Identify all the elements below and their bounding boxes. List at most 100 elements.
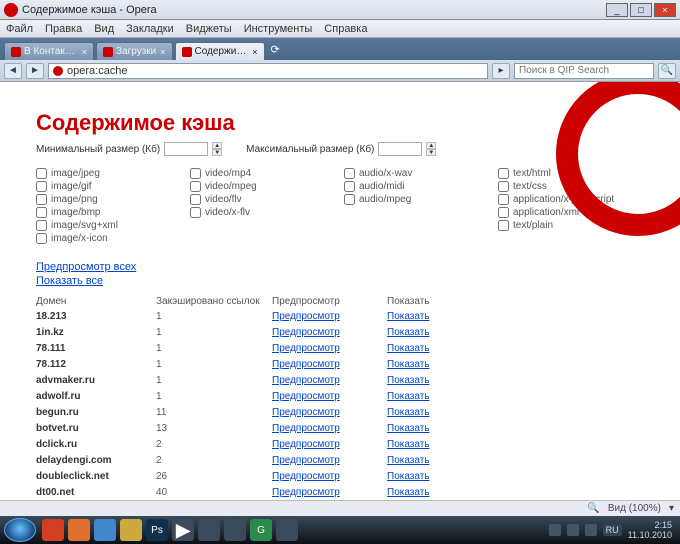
zoom-icon[interactable]: 🔍 <box>587 503 599 514</box>
menu-help[interactable]: Справка <box>324 23 367 35</box>
show-link[interactable]: Показать <box>387 390 644 404</box>
tray-icon[interactable] <box>567 524 579 536</box>
tray-icon[interactable] <box>549 524 561 536</box>
tab-vk[interactable]: В Контакте | Аудио× <box>4 42 94 60</box>
min-size-input[interactable] <box>164 142 208 156</box>
preview-all-link[interactable]: Предпросмотр всех <box>36 260 644 274</box>
tab-close-icon[interactable]: × <box>160 47 165 57</box>
mime-checkbox[interactable] <box>344 194 355 205</box>
mime-checkbox[interactable] <box>36 207 47 218</box>
min-spinner[interactable]: ▲▼ <box>212 142 222 156</box>
show-link[interactable]: Показать <box>387 406 644 420</box>
zoom-label[interactable]: Вид (100%) <box>608 503 661 514</box>
taskbar-app-icon[interactable] <box>276 519 298 541</box>
search-input[interactable] <box>519 65 649 76</box>
mime-checkbox[interactable] <box>498 168 509 179</box>
show-link[interactable]: Показать <box>387 486 644 500</box>
preview-link[interactable]: Предпросмотр <box>272 486 387 500</box>
table-row: adwolf.ru1ПредпросмотрПоказать <box>36 389 644 405</box>
preview-link[interactable]: Предпросмотр <box>272 406 387 420</box>
taskbar-player-icon[interactable]: ▶ <box>172 519 194 541</box>
mime-checkbox[interactable] <box>36 233 47 244</box>
mime-checkbox[interactable] <box>36 194 47 205</box>
mime-checkbox[interactable] <box>36 220 47 231</box>
preview-link[interactable]: Предпросмотр <box>272 454 387 468</box>
show-link[interactable]: Показать <box>387 326 644 340</box>
taskbar-photoshop-icon[interactable]: Ps <box>146 519 168 541</box>
mime-checkbox[interactable] <box>498 220 509 231</box>
preview-link[interactable]: Предпросмотр <box>272 374 387 388</box>
show-link[interactable]: Показать <box>387 310 644 324</box>
preview-link[interactable]: Предпросмотр <box>272 470 387 484</box>
show-link[interactable]: Показать <box>387 454 644 468</box>
mime-checkbox[interactable] <box>344 181 355 192</box>
mime-checkbox[interactable] <box>190 194 201 205</box>
preview-link[interactable]: Предпросмотр <box>272 422 387 436</box>
mime-checkbox[interactable] <box>36 168 47 179</box>
tab-close-icon[interactable]: × <box>252 47 257 57</box>
tab-cache[interactable]: Содержимое кэша× <box>175 42 265 60</box>
menu-file[interactable]: Файл <box>6 23 33 35</box>
close-button[interactable]: × <box>654 3 676 17</box>
tab-close-icon[interactable]: × <box>82 47 87 57</box>
max-size-input[interactable] <box>378 142 422 156</box>
menu-view[interactable]: Вид <box>94 23 114 35</box>
go-button[interactable]: ▸ <box>492 63 510 79</box>
cell-count: 1 <box>156 342 272 356</box>
cell-count: 13 <box>156 422 272 436</box>
show-link[interactable]: Показать <box>387 422 644 436</box>
taskbar-app-icon[interactable]: G <box>250 519 272 541</box>
back-button[interactable]: ◄ <box>4 63 22 79</box>
mime-checkbox[interactable] <box>36 181 47 192</box>
search-button[interactable]: 🔍 <box>658 63 676 79</box>
mime-option: video/mp4 <box>190 168 336 179</box>
show-link[interactable]: Показать <box>387 342 644 356</box>
forward-button[interactable]: ► <box>26 63 44 79</box>
minimize-button[interactable]: _ <box>606 3 628 17</box>
menu-bookmarks[interactable]: Закладки <box>126 23 174 35</box>
mime-checkbox[interactable] <box>190 168 201 179</box>
taskbar-app-icon[interactable] <box>224 519 246 541</box>
mime-label: audio/midi <box>359 181 405 192</box>
mime-label: audio/mpeg <box>359 194 411 205</box>
mime-checkbox[interactable] <box>498 181 509 192</box>
mime-checkbox[interactable] <box>498 207 509 218</box>
clock[interactable]: 2:15 11.10.2010 <box>628 520 672 540</box>
language-indicator[interactable]: RU <box>603 524 622 536</box>
preview-link[interactable]: Предпросмотр <box>272 342 387 356</box>
taskbar-app-icon[interactable] <box>198 519 220 541</box>
address-input[interactable]: opera:cache <box>48 63 488 79</box>
search-box[interactable] <box>514 63 654 79</box>
preview-link[interactable]: Предпросмотр <box>272 390 387 404</box>
taskbar-firefox-icon[interactable] <box>68 519 90 541</box>
zoom-down-icon[interactable]: ▾ <box>669 503 674 514</box>
mime-label: image/svg+xml <box>51 220 118 231</box>
max-spinner[interactable]: ▲▼ <box>426 142 436 156</box>
tab-downloads[interactable]: Загрузки× <box>96 42 173 60</box>
mime-checkbox[interactable] <box>498 194 509 205</box>
preview-link[interactable]: Предпросмотр <box>272 326 387 340</box>
taskbar-word-icon[interactable] <box>94 519 116 541</box>
mime-checkbox[interactable] <box>190 181 201 192</box>
taskbar-opera-icon[interactable] <box>42 519 64 541</box>
preview-link[interactable]: Предпросмотр <box>272 438 387 452</box>
show-link[interactable]: Показать <box>387 358 644 372</box>
tray-icon[interactable] <box>585 524 597 536</box>
reload-icon[interactable]: ⟳ <box>271 43 280 56</box>
menu-edit[interactable]: Правка <box>45 23 82 35</box>
page-content: Содержимое кэша Минимальный размер (Кб) … <box>0 82 680 522</box>
taskbar-folder-icon[interactable] <box>120 519 142 541</box>
menu-widgets[interactable]: Виджеты <box>186 23 232 35</box>
preview-link[interactable]: Предпросмотр <box>272 310 387 324</box>
show-link[interactable]: Показать <box>387 374 644 388</box>
mime-option <box>344 207 490 218</box>
mime-checkbox[interactable] <box>344 168 355 179</box>
maximize-button[interactable]: □ <box>630 3 652 17</box>
show-all-link[interactable]: Показать все <box>36 274 644 288</box>
show-link[interactable]: Показать <box>387 438 644 452</box>
preview-link[interactable]: Предпросмотр <box>272 358 387 372</box>
menu-tools[interactable]: Инструменты <box>244 23 313 35</box>
mime-checkbox[interactable] <box>190 207 201 218</box>
start-button[interactable] <box>4 518 36 542</box>
show-link[interactable]: Показать <box>387 470 644 484</box>
